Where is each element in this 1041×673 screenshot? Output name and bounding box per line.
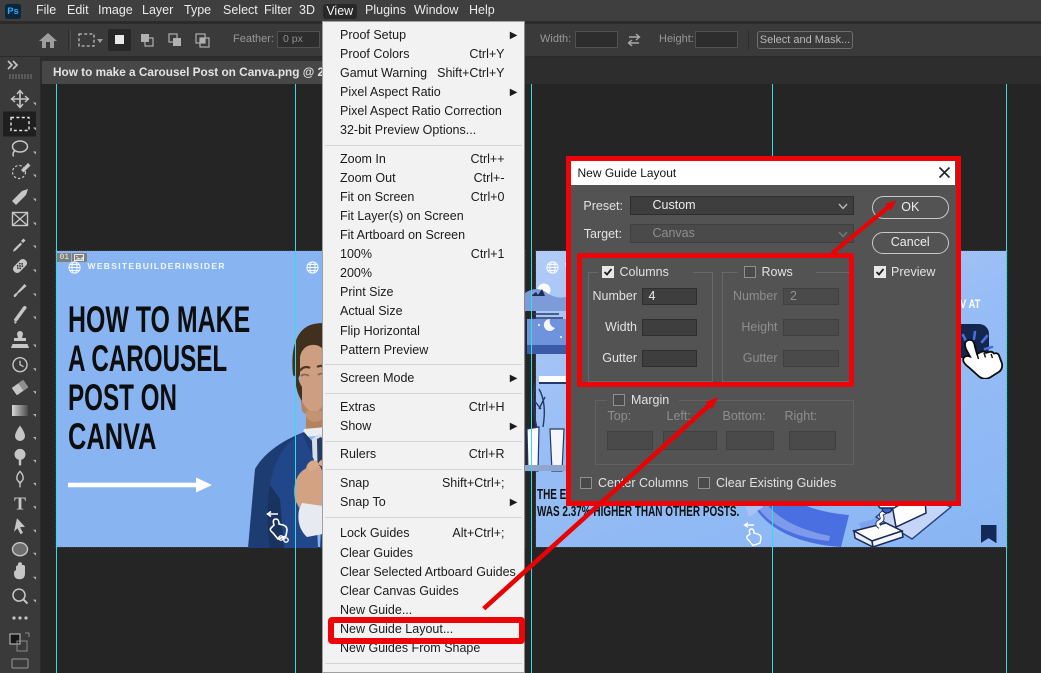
svg-text:T: T [14, 493, 26, 513]
